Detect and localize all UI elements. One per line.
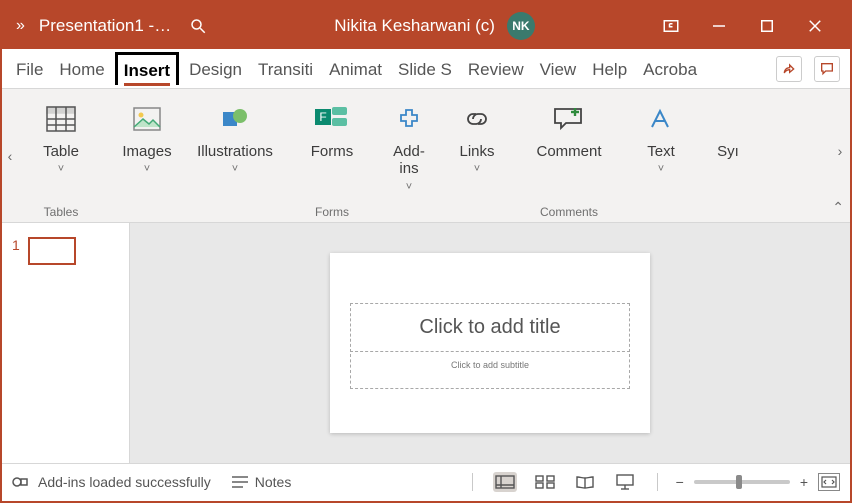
- ribbon-scroll-right-icon[interactable]: ›: [838, 143, 843, 159]
- link-icon: [463, 101, 491, 137]
- reading-view-icon[interactable]: [573, 472, 597, 492]
- links-label: Links: [459, 143, 494, 160]
- tab-view[interactable]: View: [534, 54, 583, 84]
- maximize-icon[interactable]: [758, 17, 776, 35]
- tab-animations[interactable]: Animat: [323, 54, 388, 84]
- group-label-tables: Tables: [44, 203, 79, 221]
- tab-acrobat[interactable]: Acroba: [637, 54, 703, 84]
- tab-slideshow[interactable]: Slide S: [392, 54, 458, 84]
- title-placeholder[interactable]: Click to add title: [350, 303, 630, 352]
- search-icon[interactable]: [189, 17, 207, 35]
- thumbnail-row[interactable]: 1: [12, 237, 119, 265]
- normal-view-icon[interactable]: [493, 472, 517, 492]
- close-icon[interactable]: [806, 17, 824, 35]
- share-button[interactable]: [776, 56, 802, 82]
- slide-sorter-view-icon[interactable]: [533, 472, 557, 492]
- document-title: Presentation1 -…: [39, 16, 171, 36]
- account-user-name[interactable]: Nikita Kesharwani (c): [334, 16, 495, 36]
- ribbon: ‹ Table ˅ Tables Image: [2, 89, 850, 222]
- illustrations-label: Illustrations: [197, 143, 273, 160]
- status-bar: Add-ins loaded successfully Notes − +: [2, 463, 850, 499]
- table-button[interactable]: Table ˅: [22, 95, 100, 175]
- links-button[interactable]: Links ˅: [447, 95, 507, 175]
- symbols-button[interactable]: Syı: [708, 95, 748, 160]
- view-buttons: [468, 472, 662, 492]
- tab-file[interactable]: File: [10, 54, 49, 84]
- fit-to-window-button[interactable]: [818, 473, 840, 491]
- svg-text:F: F: [319, 110, 326, 124]
- notes-label: Notes: [255, 474, 292, 490]
- comment-button[interactable]: Comment: [524, 95, 614, 160]
- forms-icon: F: [315, 101, 349, 137]
- zoom-out-button[interactable]: −: [676, 474, 684, 490]
- thumbnail-number: 1: [12, 237, 20, 253]
- tab-review[interactable]: Review: [462, 54, 530, 84]
- quick-access-overflow-icon[interactable]: »: [16, 17, 21, 35]
- subtitle-placeholder[interactable]: Click to add subtitle: [350, 354, 630, 389]
- symbols-label: Syı: [717, 143, 739, 160]
- zoom-controls: − +: [676, 473, 840, 491]
- images-button[interactable]: Images ˅: [117, 95, 177, 175]
- slideshow-view-icon[interactable]: [613, 472, 637, 492]
- ribbon-scroll-left-icon[interactable]: ‹: [2, 89, 18, 222]
- slide-canvas-area[interactable]: Click to add title Click to add subtitle: [130, 223, 850, 463]
- chevron-down-icon: ˅: [232, 163, 238, 175]
- slide-thumbnail-pane[interactable]: 1: [2, 223, 130, 463]
- group-label-comments: Comments: [540, 203, 598, 221]
- forms-label: Forms: [311, 143, 354, 160]
- illustrations-button[interactable]: Illustrations ˅: [185, 95, 285, 175]
- tab-transitions[interactable]: Transiti: [252, 54, 319, 84]
- chevron-down-icon: ˅: [474, 163, 480, 175]
- comment-label: Comment: [536, 143, 601, 160]
- editing-area: 1 Click to add title Click to add subtit…: [2, 222, 850, 463]
- minimize-icon[interactable]: [710, 17, 728, 35]
- group-label-forms: Forms: [315, 203, 349, 221]
- forms-button[interactable]: F Forms: [302, 95, 362, 160]
- avatar[interactable]: NK: [507, 12, 535, 40]
- table-icon: [46, 101, 76, 137]
- addins-label: Add- ins: [393, 143, 425, 178]
- tab-home[interactable]: Home: [53, 54, 110, 84]
- zoom-in-button[interactable]: +: [800, 474, 808, 490]
- addins-status-text: Add-ins loaded successfully: [38, 474, 211, 490]
- slide[interactable]: Click to add title Click to add subtitle: [330, 253, 650, 433]
- notes-button[interactable]: Notes: [231, 474, 292, 490]
- chevron-down-icon: ˅: [658, 163, 664, 175]
- addins-button[interactable]: Add- ins ˅: [379, 95, 439, 193]
- picture-icon: [133, 101, 161, 137]
- addins-icon: [396, 101, 422, 137]
- textbox-icon: [648, 101, 674, 137]
- addins-status[interactable]: Add-ins loaded successfully: [12, 474, 211, 490]
- text-button[interactable]: Text ˅: [631, 95, 691, 175]
- tab-help[interactable]: Help: [586, 54, 633, 84]
- zoom-slider[interactable]: [694, 480, 790, 484]
- collapse-ribbon-icon[interactable]: ⌃: [832, 199, 844, 216]
- tab-design[interactable]: Design: [183, 54, 248, 84]
- chevron-down-icon: ˅: [406, 181, 412, 193]
- zoom-slider-handle[interactable]: [736, 475, 742, 489]
- comments-pane-button[interactable]: [814, 56, 840, 82]
- title-bar: » Presentation1 -… Nikita Kesharwani (c)…: [2, 2, 850, 49]
- tab-insert[interactable]: Insert: [115, 52, 179, 85]
- slide-thumbnail[interactable]: [28, 237, 76, 265]
- display-options-icon[interactable]: [662, 17, 680, 35]
- images-label: Images: [122, 143, 171, 160]
- table-label: Table: [43, 143, 79, 160]
- ribbon-tabs: File Home Insert Design Transiti Animat …: [2, 49, 850, 89]
- chevron-down-icon: ˅: [144, 163, 150, 175]
- shapes-icon: [220, 101, 250, 137]
- chevron-down-icon: ˅: [58, 163, 64, 175]
- text-label: Text: [647, 143, 675, 160]
- new-comment-icon: [552, 101, 586, 137]
